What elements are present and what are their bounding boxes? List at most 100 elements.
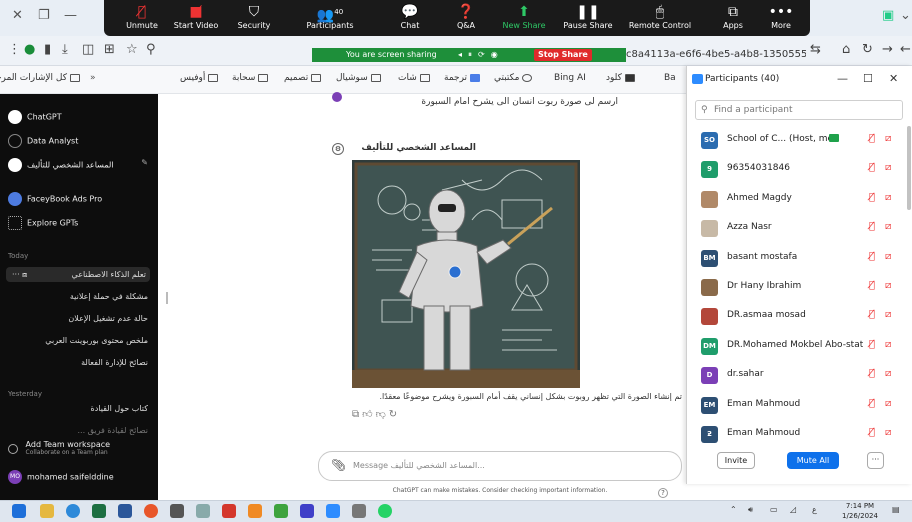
bookmark-cloud[interactable]: سحابة	[232, 73, 269, 83]
video-off-icon[interactable]: ⧄	[885, 280, 891, 291]
add-team-workspace[interactable]: Add Team workspace Collaborate on a Team…	[8, 440, 110, 456]
share-controls-icons[interactable]: ◂⏸⟳◉	[458, 48, 504, 62]
notification-icon[interactable]: ▤	[892, 505, 900, 514]
bookmark-chat[interactable]: شات	[398, 73, 430, 83]
participant-row[interactable]: Ddr.sahar 🎙̸ ⧄	[687, 363, 907, 391]
mic-muted-icon[interactable]: 🎙̸	[869, 398, 875, 409]
sidebar-resize-handle[interactable]	[166, 292, 168, 304]
thumbs-up-icon[interactable]: 👍︎	[362, 409, 375, 420]
video-off-icon[interactable]: ⧄	[885, 368, 891, 379]
minimize-icon[interactable]: —	[837, 72, 848, 85]
participant-row[interactable]: DR.asmaa mosad 🎙̸ ⧄	[687, 304, 907, 332]
menu-dots-icon[interactable]: ⋮	[8, 42, 21, 57]
teams-icon[interactable]	[300, 504, 314, 518]
participant-row[interactable]: Dr Hany Ibrahim 🎙̸ ⧄	[687, 275, 907, 303]
edit-icon[interactable]: ✎	[141, 158, 148, 167]
apps-grid-icon[interactable]: ⊞	[104, 42, 115, 57]
reload-icon[interactable]: ↻	[862, 42, 873, 57]
history-item[interactable]: كتاب حول القيادة	[8, 404, 148, 413]
word-icon[interactable]	[118, 504, 132, 518]
pdf-icon[interactable]	[222, 504, 236, 518]
mute-all-button[interactable]: Mute All	[787, 452, 839, 469]
sidebar-item-data-analyst[interactable]: Data Analyst	[8, 134, 78, 148]
mic-muted-icon[interactable]: 🎙̸	[869, 251, 875, 262]
tab-search-icon[interactable]: ⇆	[810, 42, 821, 57]
chevron-down-icon[interactable]: ⌄	[900, 8, 911, 23]
participants-button[interactable]: 👥40 Participants	[300, 0, 360, 36]
unmute-button[interactable]: 🎙̸ Unmute	[114, 0, 170, 36]
participant-row[interactable]: Azza Nasr 🎙̸ ⧄	[687, 216, 907, 244]
remote-control-button[interactable]: 🖱 Remote Control	[624, 0, 696, 36]
file-explorer-icon[interactable]	[40, 504, 54, 518]
bookmark-library[interactable]: مكتبتي	[494, 73, 533, 83]
zoom-taskbar-icon[interactable]	[326, 504, 340, 518]
history-item[interactable]: نصائح لقيادة فريق ...	[8, 426, 148, 435]
address-url[interactable]: c8a4113a-e6f6-4be5-a4b8-1350555aa199	[626, 46, 806, 64]
participant-row[interactable]: SO School of C... (Host, me) 🎙̸ ⧄	[687, 128, 907, 156]
input-language[interactable]: ع	[812, 505, 817, 514]
participant-row[interactable]: Ahmed Magdy 🎙̸ ⧄	[687, 187, 907, 215]
search-icon[interactable]: ⚲	[146, 42, 156, 57]
chevron-left-icon[interactable]: «	[90, 73, 96, 83]
history-item[interactable]: نصائح للإدارة الفعالة	[8, 358, 148, 367]
message-input[interactable]: 📎︎ Message المساعد الشخصي للتأليف...	[318, 451, 682, 481]
home-icon[interactable]: ⌂	[842, 42, 850, 57]
history-options-icon[interactable]: ··· ⧈	[12, 270, 27, 280]
security-button[interactable]: ⛉ Security	[230, 0, 278, 36]
download-icon[interactable]: ⤓	[62, 42, 68, 57]
bookmark-design[interactable]: تصميم	[284, 73, 322, 83]
participant-row[interactable]: ƻ Eman Mahmoud 🎙̸ ⧄	[687, 422, 907, 450]
video-off-icon[interactable]: ⧄	[885, 398, 891, 409]
paint-icon[interactable]	[196, 504, 210, 518]
app-icon[interactable]	[274, 504, 288, 518]
regenerate-icon[interactable]: ↻	[389, 409, 400, 420]
video-off-icon[interactable]: ⧄	[885, 339, 891, 350]
battery-icon[interactable]: ▭	[770, 505, 778, 514]
history-item[interactable]: حالة عدم تشغيل الإعلان	[8, 314, 148, 323]
network-icon[interactable]: ◿	[790, 505, 796, 514]
participants-scrollbar[interactable]	[907, 126, 911, 210]
video-off-icon[interactable]: ⧄	[885, 133, 891, 144]
paperclip-icon[interactable]: 📎︎	[331, 458, 346, 472]
start-icon[interactable]	[12, 504, 26, 518]
mic-muted-icon[interactable]: 🎙̸	[869, 280, 875, 291]
video-off-icon[interactable]: ⧄	[885, 309, 891, 320]
new-share-button[interactable]: ⬆ New Share	[498, 0, 550, 36]
video-off-icon[interactable]: ⧄	[885, 251, 891, 262]
back-arrow-icon[interactable]: ←	[900, 42, 911, 57]
maximize-icon[interactable]: ☐	[863, 72, 873, 85]
pause-share-button[interactable]: ❚❚ Pause Share	[560, 0, 616, 36]
bookmark-claude[interactable]: كلود	[606, 73, 635, 83]
participant-row[interactable]: 9 96354031846 🎙̸ ⧄	[687, 157, 907, 185]
video-off-icon[interactable]: ⧄	[885, 192, 891, 203]
bookmark-all[interactable]: كل الإشارات المرجعية	[0, 73, 80, 83]
mic-muted-icon[interactable]: 🎙̸	[869, 192, 875, 203]
stop-share-button[interactable]: Stop Share	[534, 49, 592, 61]
edge-icon[interactable]	[66, 504, 80, 518]
chrome-icon[interactable]	[144, 504, 158, 518]
participant-row[interactable]: DM DR.Mohamed Mokbel Abo-state 🎙̸ ⧄	[687, 334, 907, 362]
bookmark-translate[interactable]: ترجمة	[444, 73, 481, 83]
extension-icon[interactable]: ●	[24, 42, 35, 57]
bookmark-bing[interactable]: Bing AI	[554, 73, 586, 83]
bookmark-social[interactable]: سوشيال	[336, 73, 381, 83]
volume-icon[interactable]: 🔊︎	[748, 505, 753, 515]
bookmark-office[interactable]: أوفيس	[180, 73, 219, 83]
excel-icon[interactable]	[92, 504, 106, 518]
forward-arrow-icon[interactable]: →	[882, 42, 893, 57]
mic-muted-icon[interactable]: 🎙̸	[869, 309, 875, 320]
video-off-icon[interactable]: ⧄	[885, 162, 891, 173]
sidebar-item-explore-gpts[interactable]: Explore GPTs	[8, 216, 78, 230]
vlc-icon[interactable]	[248, 504, 262, 518]
app-icon[interactable]	[352, 504, 366, 518]
calculator-icon[interactable]	[170, 504, 184, 518]
thumbs-down-icon[interactable]: 👎︎	[376, 409, 389, 420]
mic-muted-icon[interactable]: 🎙̸	[869, 368, 875, 379]
minimize-icon[interactable]: —	[64, 8, 77, 23]
tray-chevron-icon[interactable]: ⌃	[730, 505, 737, 514]
mic-muted-icon[interactable]: 🎙̸	[869, 339, 875, 350]
qa-button[interactable]: ❓ Q&A	[448, 0, 484, 36]
tab-icon[interactable]: ▮	[44, 42, 51, 57]
close-icon[interactable]: ✕	[889, 72, 898, 85]
help-icon[interactable]: ?	[658, 488, 668, 498]
